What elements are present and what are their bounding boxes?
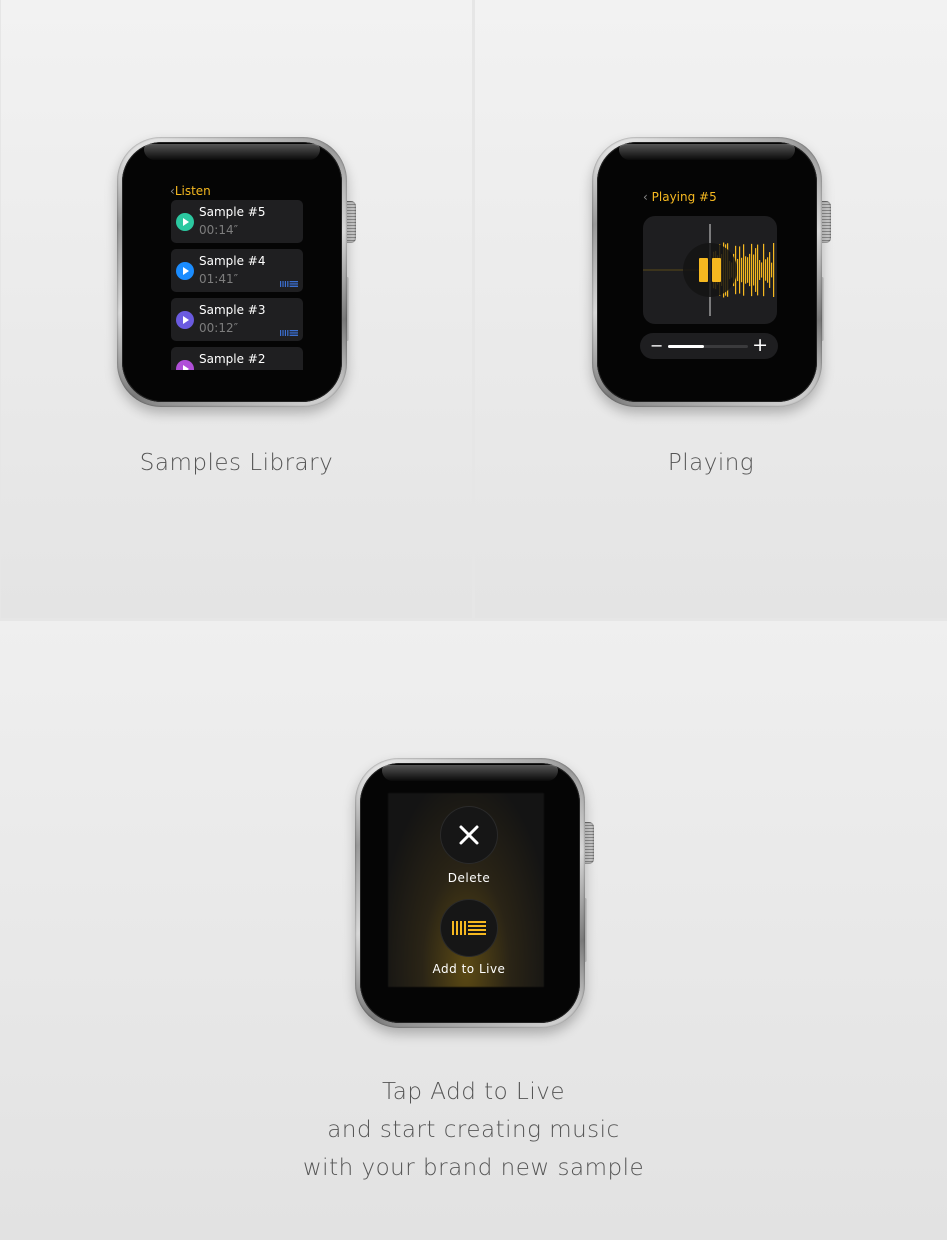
watch-playing: ‹ Playing #5 − + [592, 137, 831, 407]
close-icon [459, 825, 479, 845]
waveform-bar [767, 257, 769, 283]
pause-button[interactable] [683, 243, 737, 297]
sample-duration: 00:12″ [199, 321, 239, 335]
screen-playing: ‹ Playing #5 − + [636, 188, 786, 368]
waveform-bar [745, 256, 747, 284]
play-icon[interactable] [176, 213, 194, 231]
watch-glass: Delete Add to Live [360, 763, 580, 1023]
list-item-sample-5[interactable]: Sample #5 00:14″ [171, 200, 303, 243]
waveform-bar [769, 252, 771, 288]
add-to-live-label: Add to Live [432, 962, 506, 976]
screen-samples-library: ‹Listen Sample #5 00:14″ Sample #4 01:41… [166, 180, 306, 370]
watch-add-to-live: Delete Add to Live [355, 758, 594, 1028]
ableton-live-icon [452, 921, 486, 935]
caption-line: Tap Add to Live [382, 1079, 565, 1105]
back-button[interactable]: ‹ Playing #5 [643, 190, 717, 204]
waveform-bar [761, 262, 763, 278]
list-item-sample-4[interactable]: Sample #4 01:41″ [171, 249, 303, 292]
add-to-live-button[interactable] [441, 900, 497, 956]
waveform-display[interactable] [643, 216, 777, 324]
volume-fill [668, 345, 704, 348]
sample-name: Sample #5 [199, 205, 266, 219]
sample-name: Sample #3 [199, 303, 266, 317]
volume-track [668, 345, 748, 348]
waveform-bar [753, 254, 755, 286]
caption-add-to-live: Tap Add to Live and start creating music… [0, 1073, 947, 1187]
waveform-bar [747, 257, 749, 283]
volume-down-button[interactable]: − [650, 336, 663, 355]
sample-duration: 01:41″ [199, 272, 239, 286]
caption-samples-library: Samples Library [139, 450, 334, 476]
waveform-bar [773, 243, 775, 297]
waveform-bar [751, 243, 753, 297]
watch-samples-library: ‹Listen Sample #5 00:14″ Sample #4 01:41… [117, 137, 356, 407]
nav-title: Listen [174, 184, 211, 198]
play-icon[interactable] [176, 360, 194, 370]
nav-title: Playing #5 [651, 190, 717, 204]
waveform-bar [743, 244, 745, 296]
sample-duration: 00:14″ [199, 223, 239, 237]
sample-name: Sample #4 [199, 254, 266, 268]
ableton-live-icon [280, 330, 298, 336]
delete-label: Delete [447, 871, 491, 885]
volume-control[interactable]: − + [640, 333, 778, 359]
waveform-bar [757, 244, 759, 296]
delete-button[interactable] [441, 807, 497, 863]
waveform-bar [737, 258, 739, 282]
play-icon[interactable] [176, 262, 194, 280]
waveform-bar [763, 243, 765, 297]
list-item-sample-3[interactable]: Sample #3 00:12″ [171, 298, 303, 341]
waveform-bar [759, 260, 761, 280]
waveform-bar [741, 257, 743, 283]
caption-line: and start creating music [327, 1117, 620, 1143]
volume-up-button[interactable]: + [752, 334, 768, 356]
sample-name: Sample #2 [199, 352, 266, 366]
ableton-live-icon [280, 281, 298, 287]
caption-playing: Playing [667, 450, 755, 476]
back-button[interactable]: ‹Listen [170, 184, 211, 198]
waveform-bar [739, 246, 741, 294]
pause-icon [699, 258, 721, 282]
waveform-bar [765, 259, 767, 281]
watch-glass: ‹Listen Sample #5 00:14″ Sample #4 01:41… [122, 142, 342, 402]
play-icon[interactable] [176, 311, 194, 329]
caption-line: with your brand new sample [302, 1155, 645, 1181]
waveform-bar [771, 262, 773, 278]
waveform-bar [749, 253, 751, 287]
list-item-sample-2[interactable]: Sample #2 [171, 347, 303, 370]
chevron-left-icon: ‹ [643, 190, 648, 204]
watch-glass: ‹ Playing #5 − + [597, 142, 817, 402]
waveform-bar [755, 248, 757, 292]
